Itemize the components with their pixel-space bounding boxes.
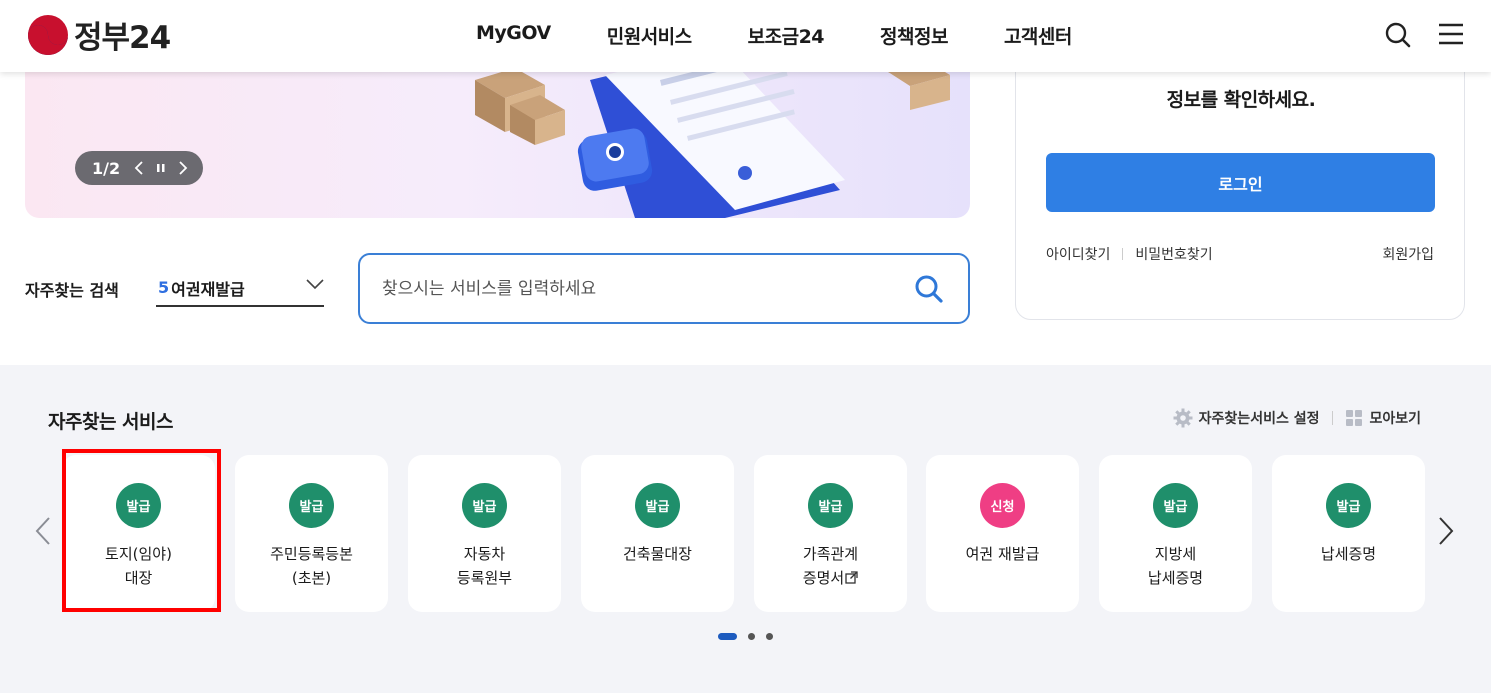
header-menu-button[interactable] xyxy=(1438,22,1464,50)
services-next-button[interactable] xyxy=(1437,516,1455,550)
nav-civil-service[interactable]: 민원서비스 xyxy=(607,22,692,49)
services-settings-button[interactable]: 자주찾는서비스 설정 xyxy=(1173,408,1320,428)
service-badge: 발급 xyxy=(289,483,334,528)
services-tools: 자주찾는서비스 설정 모아보기 xyxy=(1173,408,1421,428)
service-card-local-tax-certificate[interactable]: 발급 지방세 납세증명 xyxy=(1099,455,1252,612)
service-badge: 발급 xyxy=(462,483,507,528)
site-header: 정부24 MyGOV 민원서비스 보조금24 정책정보 고객센터 xyxy=(0,0,1491,72)
main-nav: MyGOV 민원서비스 보조금24 정책정보 고객센터 xyxy=(476,22,1128,49)
carousel-dot[interactable] xyxy=(748,633,755,640)
banner-next-button[interactable] xyxy=(172,156,194,180)
frequent-services-section: 자주찾는 서비스 자주찾는서비스 설정 모아보기 발급 토지(임야) 대장 발급… xyxy=(0,365,1491,693)
find-id-link[interactable]: 아이디찾기 xyxy=(1046,244,1110,264)
grid-icon xyxy=(1346,410,1363,426)
service-card-vehicle-register[interactable]: 발급 자동차 등록원부 xyxy=(408,455,561,612)
find-password-link[interactable]: 비밀번호찾기 xyxy=(1135,244,1212,264)
login-button[interactable]: 로그인 xyxy=(1046,153,1435,212)
chevron-left-icon xyxy=(134,161,143,175)
nav-subsidy24[interactable]: 보조금24 xyxy=(748,22,825,49)
banner-pager: 1/2 xyxy=(75,151,203,185)
service-badge: 발급 xyxy=(1153,483,1198,528)
login-info-text: 정보를 확인하세요. xyxy=(1166,89,1316,111)
external-link-icon xyxy=(845,571,858,584)
divider xyxy=(1122,248,1124,260)
service-badge: 발급 xyxy=(635,483,680,528)
service-badge: 발급 xyxy=(808,483,853,528)
chevron-down-icon xyxy=(306,279,324,290)
services-prev-button[interactable] xyxy=(34,516,52,550)
service-card-family-certificate[interactable]: 발급 가족관계 증명서 xyxy=(754,455,907,612)
pause-icon xyxy=(157,164,165,172)
carousel-dot-active[interactable] xyxy=(718,633,737,640)
carousel-dots xyxy=(718,633,773,640)
service-label: 납세증명 xyxy=(1320,545,1377,563)
chevron-right-icon xyxy=(179,161,188,175)
service-card-tax-certificate[interactable]: 발급 납세증명 xyxy=(1272,455,1425,612)
service-label: 주민등록등본 (초본) xyxy=(270,545,353,587)
gov24-logo[interactable]: 정부24 xyxy=(26,12,171,57)
divider xyxy=(1332,411,1334,425)
chevron-right-icon xyxy=(1439,517,1454,545)
banner-prev-button[interactable] xyxy=(128,156,150,180)
nav-customer-center[interactable]: 고객센터 xyxy=(1004,22,1072,49)
frequent-search-dropdown[interactable]: 5 여권재발급 xyxy=(156,270,324,307)
nav-mygov[interactable]: MyGOV xyxy=(476,22,551,49)
taegeuk-icon xyxy=(28,14,68,55)
banner-page-indicator: 1/2 xyxy=(92,158,121,178)
logo-text: 정부24 xyxy=(74,20,171,56)
service-label: 자동차 등록원부 xyxy=(456,545,513,587)
account-links: 아이디찾기 비밀번호찾기 xyxy=(1046,244,1213,264)
search-icon xyxy=(1385,22,1411,48)
service-badge: 발급 xyxy=(1326,483,1371,528)
header-search-button[interactable] xyxy=(1384,21,1412,53)
chevron-left-icon xyxy=(35,517,50,545)
service-search-box xyxy=(358,253,970,324)
service-card-building-register[interactable]: 발급 건축물대장 xyxy=(581,455,734,612)
frequent-search-rank: 5 xyxy=(158,278,170,297)
services-settings-label: 자주찾는서비스 설정 xyxy=(1198,411,1320,427)
service-badge: 신청 xyxy=(980,483,1025,528)
service-label: 여권 재발급 xyxy=(965,545,1040,563)
view-all-label: 모아보기 xyxy=(1369,411,1421,427)
gear-icon xyxy=(1173,408,1193,428)
service-card-passport-reissue[interactable]: 신청 여권 재발급 xyxy=(926,455,1079,612)
frequent-search-value: 여권재발급 xyxy=(171,279,245,299)
nav-policy-info[interactable]: 정책정보 xyxy=(880,22,948,49)
highlight-box xyxy=(62,449,221,612)
hamburger-icon xyxy=(1439,23,1463,45)
signup-link[interactable]: 회원가입 xyxy=(1382,244,1434,264)
frequent-search-label: 자주찾는 검색 xyxy=(25,281,119,300)
service-label: 건축물대장 xyxy=(622,545,692,563)
banner-pause-button[interactable] xyxy=(150,156,172,180)
frequent-services-title: 자주찾는 서비스 xyxy=(48,411,173,433)
service-search-button[interactable] xyxy=(914,274,944,308)
login-panel: 정보를 확인하세요. 로그인 아이디찾기 비밀번호찾기 회원가입 xyxy=(1015,40,1465,320)
service-label: 가족관계 증명서 xyxy=(802,545,859,587)
view-all-button[interactable]: 모아보기 xyxy=(1346,408,1421,428)
search-icon xyxy=(915,275,943,303)
carousel-dot[interactable] xyxy=(766,633,773,640)
service-search-input[interactable] xyxy=(382,277,882,301)
service-card-resident-register[interactable]: 발급 주민등록등본 (초본) xyxy=(235,455,388,612)
service-label: 지방세 납세증명 xyxy=(1147,545,1204,587)
